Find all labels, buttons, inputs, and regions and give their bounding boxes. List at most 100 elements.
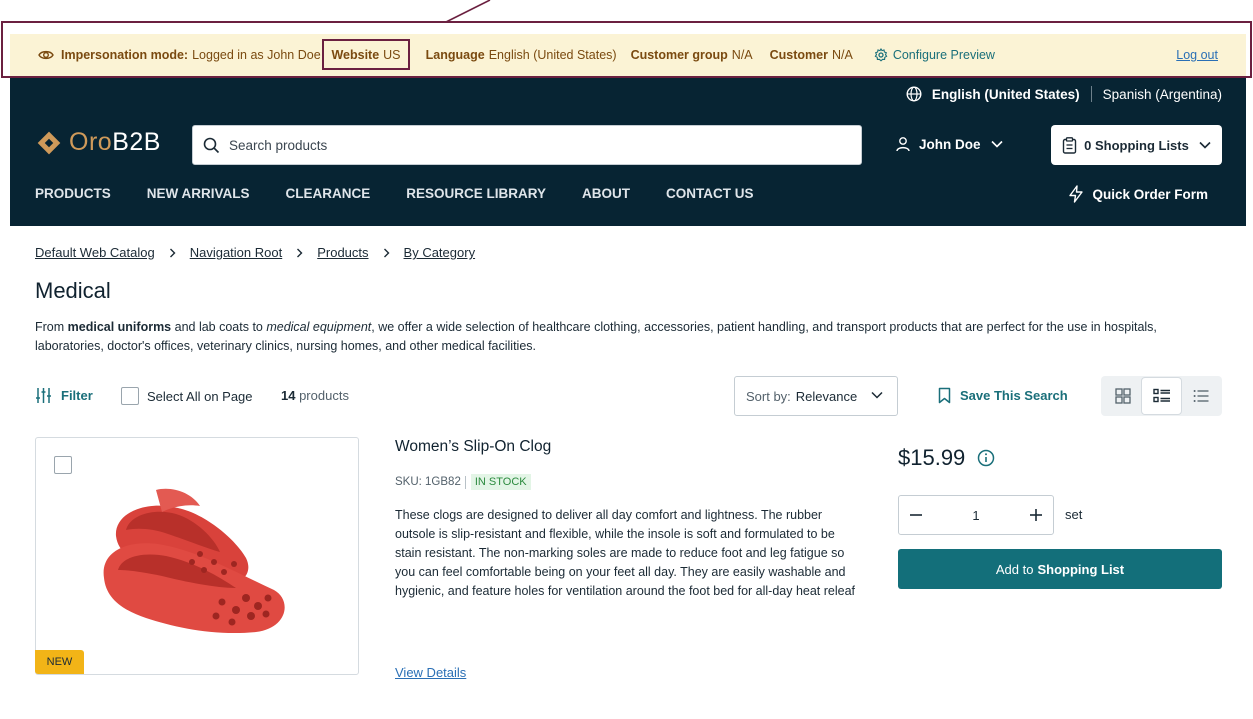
grid-icon — [1114, 388, 1131, 404]
minus-icon[interactable] — [909, 508, 923, 522]
nav-item-products[interactable]: PRODUCTS — [35, 186, 111, 201]
language-current[interactable]: English (United States) — [932, 87, 1080, 102]
language-label: Language — [425, 48, 485, 62]
new-badge: NEW — [35, 650, 84, 674]
desc-text-1: From — [35, 320, 68, 334]
filter-label: Filter — [61, 388, 93, 403]
grid-view-button[interactable] — [1103, 378, 1142, 414]
quantity-unit: set — [1065, 507, 1083, 522]
product-image-frame[interactable] — [35, 437, 359, 675]
product-name[interactable]: Women’s Slip-On Clog — [395, 438, 551, 456]
search-icon[interactable] — [203, 137, 220, 154]
impersonation-mode-label: Impersonation mode: — [61, 48, 189, 62]
list-detailed-icon — [1152, 388, 1170, 403]
stock-status-badge: IN STOCK — [470, 474, 531, 490]
view-switcher — [1101, 376, 1222, 416]
configure-preview-link[interactable]: Configure Preview — [874, 48, 995, 62]
product-price: $15.99 — [898, 445, 995, 471]
site-logo[interactable]: Oro B2B — [35, 128, 161, 157]
product-sku-row: SKU: 1GB82 IN STOCK — [395, 474, 531, 490]
configure-preview-label: Configure Preview — [892, 48, 995, 62]
nav-item-about[interactable]: ABOUT — [582, 186, 630, 201]
product-select-checkbox[interactable] — [54, 456, 72, 474]
logo-text-b2b: B2B — [112, 128, 161, 156]
language-other[interactable]: Spanish (Argentina) — [1103, 87, 1222, 102]
nav-item-clearance[interactable]: CLEARANCE — [286, 186, 371, 201]
website-info: Website US — [322, 39, 410, 70]
add-to-shopping-list-button[interactable]: Add to Shopping List — [898, 549, 1222, 589]
sku-divider — [464, 475, 466, 489]
sort-label: Sort by: — [746, 388, 791, 404]
filter-button[interactable]: Filter — [35, 387, 93, 404]
website-label: Website — [331, 47, 380, 62]
lightning-icon — [1069, 185, 1084, 203]
save-search-button[interactable]: Save This Search — [938, 387, 1068, 404]
product-description: These clogs are designed to deliver all … — [395, 508, 856, 598]
customer-group-info: Customer group N/A — [631, 48, 753, 62]
nav-item-contact-us[interactable]: CONTACT US — [666, 186, 754, 201]
list-detailed-view-button[interactable] — [1142, 378, 1181, 414]
list-compact-view-button[interactable] — [1181, 378, 1220, 414]
logged-in-text: Logged in as John Doe — [192, 48, 321, 62]
add-to-label: Add to — [995, 561, 1034, 577]
select-all-toggle[interactable]: Select All on Page — [121, 387, 253, 405]
shopping-list-label: Shopping List — [1037, 561, 1125, 577]
language-info: Language English (United States) — [426, 48, 617, 62]
quantity-value[interactable]: 1 — [972, 508, 979, 523]
chevron-down-icon — [871, 391, 883, 399]
nav-item-resource-library[interactable]: RESOURCE LIBRARY — [406, 186, 546, 201]
chevron-right-icon — [297, 248, 303, 257]
plus-icon[interactable] — [1029, 508, 1043, 522]
page-title: Medical — [35, 278, 111, 303]
desc-bold-medical-uniforms: medical uniforms — [67, 320, 172, 334]
bookmark-icon — [938, 387, 951, 404]
breadcrumb-item-navigation-root[interactable]: Navigation Root — [190, 245, 283, 260]
customer-info: Customer N/A — [770, 48, 853, 62]
save-search-label: Save This Search — [960, 388, 1068, 403]
quick-order-form-link[interactable]: Quick Order Form — [1068, 185, 1208, 203]
language-switcher: English (United States) Spanish (Argenti… — [906, 86, 1222, 102]
nav-item-new-arrivals[interactable]: NEW ARRIVALS — [147, 186, 250, 201]
chevron-down-icon — [1199, 141, 1211, 149]
chevron-right-icon — [383, 248, 390, 257]
language-value: English (United States) — [488, 48, 617, 62]
user-menu[interactable]: John Doe — [895, 136, 1003, 152]
breadcrumb-item-products[interactable]: Products — [317, 245, 368, 260]
main-nav: PRODUCTS NEW ARRIVALS CLEARANCE RESOURCE… — [35, 186, 790, 201]
shopping-lists-button[interactable]: 0 Shopping Lists — [1051, 125, 1222, 165]
globe-icon — [906, 86, 922, 102]
sort-value: Relevance — [795, 388, 858, 404]
select-all-checkbox[interactable] — [121, 387, 139, 405]
chevron-right-icon — [169, 248, 176, 257]
website-value: US — [383, 47, 401, 62]
product-image-red-clogs — [103, 488, 285, 634]
view-details-link[interactable]: View Details — [395, 665, 466, 680]
sort-select[interactable]: Sort by: Relevance — [734, 376, 898, 416]
breadcrumb-item-by-category[interactable]: By Category — [404, 245, 476, 260]
shopping-lists-label: 0 Shopping Lists — [1084, 137, 1189, 153]
breadcrumb-item-catalog[interactable]: Default Web Catalog — [35, 245, 155, 260]
quantity-stepper[interactable]: 1 — [898, 495, 1054, 535]
impersonation-mode: Impersonation mode: Logged in as John Do… — [61, 48, 321, 62]
impersonation-bar: Impersonation mode: Logged in as John Do… — [10, 34, 1246, 76]
price-value: $15.99 — [898, 445, 966, 470]
site-header: English (United States) Spanish (Argenti… — [10, 78, 1246, 226]
user-icon — [896, 137, 910, 152]
logout-link[interactable]: Log out — [1176, 48, 1218, 62]
search-box — [192, 125, 862, 165]
user-name: John Doe — [919, 136, 981, 152]
product-count-number: 14 — [281, 388, 296, 403]
customer-label: Customer — [769, 48, 828, 62]
logo-text-oro: Oro — [69, 128, 113, 156]
customer-group-label: Customer group — [630, 48, 728, 62]
quick-order-form-label: Quick Order Form — [1092, 186, 1208, 202]
language-divider — [1090, 86, 1092, 102]
search-input[interactable] — [229, 137, 829, 153]
desc-italic-medical-equipment: medical equipment — [266, 320, 372, 334]
product-count: 14 products — [281, 388, 349, 403]
logo-mark-icon — [37, 131, 61, 154]
eye-icon — [38, 50, 54, 60]
info-icon[interactable] — [977, 449, 995, 467]
customer-group-value: N/A — [731, 48, 753, 62]
clipboard-icon — [1062, 136, 1077, 154]
